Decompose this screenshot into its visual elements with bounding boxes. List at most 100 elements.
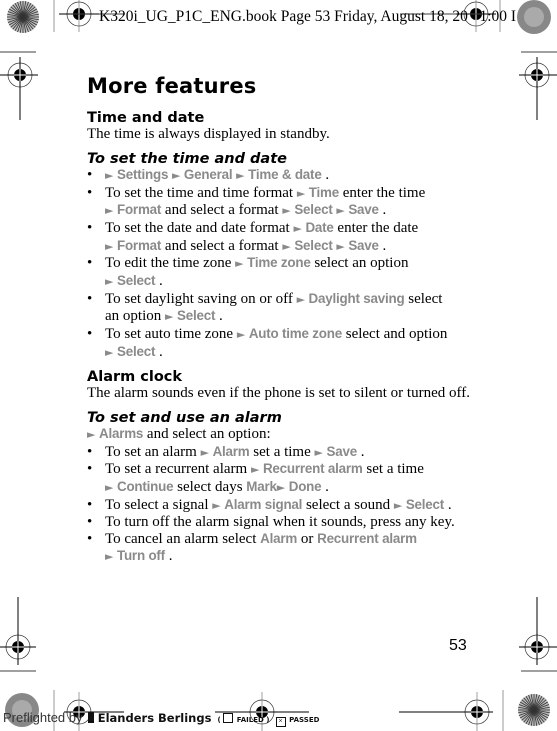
registration-crosshair-icon	[519, 597, 557, 665]
section-heading: Alarm clock	[87, 369, 183, 385]
section-intro: The time is always displayed in standby.	[87, 126, 330, 142]
menu-item-reference: Recurrent alarm	[262, 461, 363, 477]
menu-arrow-icon: ►	[293, 221, 306, 235]
menu-item-reference: Save	[326, 443, 357, 459]
menu-arrow-icon: ►	[105, 168, 117, 182]
menu-item-reference: Mark	[246, 479, 277, 494]
list-item: • To set a recurrent alarm ► Recurrent al…	[87, 461, 424, 495]
menu-arrow-icon: ►	[105, 481, 117, 494]
passed-checkbox: ×	[275, 717, 286, 727]
menu-arrow-icon: ►	[336, 204, 349, 218]
bullet-icon: •	[87, 166, 93, 183]
menu-arrow-icon: ►	[87, 427, 99, 441]
list-item: • To set daylight saving on or off ► Dayl…	[87, 290, 443, 325]
menu-item-reference: Alarms	[98, 425, 144, 441]
elanders-logo-icon	[88, 712, 95, 723]
print-slug-header: K320i_UG_P1C_ENG.book Page 53 Friday, Au…	[99, 8, 517, 25]
bullet-icon: •	[87, 184, 93, 201]
list-item: • To edit the time zone ► Time zone selec…	[87, 255, 409, 290]
subsection-heading: To set and use an alarm	[87, 409, 282, 426]
preflight-brand: Elanders Berlings	[97, 711, 212, 725]
list-item: • To cancel an alarm select Alarm or Recu…	[87, 531, 417, 564]
menu-arrow-icon: ►	[105, 204, 117, 218]
registration-crosshair-icon	[519, 57, 557, 120]
menu-item-reference: Select	[116, 273, 156, 289]
registration-crosshair-icon	[0, 597, 36, 665]
menu-item-reference: Select	[405, 496, 445, 512]
alarm-lead-line: ► Alarms and select an option:	[87, 425, 271, 442]
menu-arrow-icon: ►	[282, 204, 295, 218]
menu-arrow-icon: ►	[296, 292, 309, 306]
preflight-prefix: Preflighted by	[3, 710, 83, 725]
page-title: More features	[87, 74, 257, 98]
menu-arrow-icon: ►	[276, 481, 289, 494]
menu-arrow-icon: ►	[212, 498, 225, 512]
menu-item-reference: Save	[348, 237, 379, 253]
failed-checkbox	[223, 713, 234, 723]
registration-crosshair-icon	[0, 57, 38, 120]
registration-crosshair-icon	[59, 0, 99, 32]
bullet-icon: •	[87, 255, 93, 272]
menu-item-reference: Save	[348, 202, 379, 218]
menu-item-reference: Recurrent alarm	[317, 531, 417, 547]
list-item: • To turn off the alarm signal when it so…	[87, 514, 455, 531]
menu-item-reference: Select	[176, 308, 216, 324]
menu-arrow-icon: ►	[236, 168, 249, 182]
color-bar-starburst-icon	[7, 1, 39, 33]
menu-item-reference: Select	[294, 202, 333, 218]
color-bar-starburst-icon	[518, 694, 550, 726]
bullet-icon: •	[87, 443, 93, 460]
subsection-heading: To set the time and date	[87, 150, 287, 167]
instruction-list: • To set an alarm ► Alarm set a time ► Sa…	[87, 444, 507, 566]
menu-arrow-icon: ►	[314, 445, 327, 459]
instruction-list: • ► Settings ► General ► Time & date . • To…	[87, 167, 487, 362]
menu-item-reference: Select	[294, 237, 333, 253]
menu-item-reference: Alarm signal	[224, 496, 303, 512]
menu-arrow-icon: ►	[250, 463, 263, 477]
bullet-icon: •	[87, 531, 93, 548]
passed-label: PASSED	[289, 716, 320, 724]
menu-arrow-icon: ►	[200, 445, 213, 459]
menu-arrow-icon: ►	[282, 239, 295, 253]
menu-item-reference: Date	[305, 219, 334, 235]
section-heading: Time and date	[87, 110, 205, 126]
menu-item-reference: Format	[116, 237, 162, 253]
menu-item-reference: Time & date	[248, 166, 322, 182]
menu-item-reference: Format	[116, 202, 162, 218]
menu-arrow-icon: ►	[336, 239, 349, 253]
page-number: 53	[449, 637, 467, 654]
bullet-icon: •	[87, 496, 93, 513]
menu-arrow-icon: ►	[296, 186, 309, 200]
bullet-icon: •	[87, 461, 93, 478]
menu-item-reference: Daylight saving	[308, 290, 405, 306]
section-time-and-date: Time and date The time is always display…	[87, 110, 487, 362]
menu-item-reference: Time	[308, 184, 340, 200]
menu-item-reference: Turn off	[116, 547, 165, 563]
menu-item-reference: Auto time zone	[248, 326, 342, 342]
menu-item-reference: Continue	[116, 479, 174, 494]
section-intro: The alarm sounds even if the phone is se…	[87, 385, 470, 401]
menu-item-reference: Time zone	[247, 255, 311, 271]
list-item: • To set the time and time format ► Time …	[87, 184, 426, 219]
menu-arrow-icon: ►	[235, 257, 248, 271]
list-item: • To select a signal ► Alarm signal selec…	[87, 496, 452, 513]
menu-item-reference: Alarm	[212, 443, 250, 459]
menu-item-reference: General	[183, 166, 233, 182]
menu-item-reference: Settings	[116, 166, 169, 182]
menu-arrow-icon: ►	[105, 239, 117, 253]
menu-arrow-icon: ►	[171, 168, 184, 182]
list-item: • ► Settings ► General ► Time & date .	[87, 166, 330, 183]
menu-arrow-icon: ►	[393, 498, 406, 512]
color-bar-starburst-icon	[517, 0, 551, 34]
bullet-icon: •	[87, 290, 93, 307]
list-item: • To set the date and date format ► Date …	[87, 219, 419, 254]
menu-item-reference: Done	[288, 479, 322, 494]
list-item: • To set an alarm ► Alarm set a time ► Sa…	[87, 443, 365, 460]
menu-arrow-icon: ►	[236, 328, 249, 342]
preflight-stamp: Preflighted by Elanders Berlings ( FAILE…	[3, 710, 320, 727]
menu-item-reference: Alarm	[260, 531, 298, 547]
bullet-icon: •	[87, 219, 93, 236]
failed-label: FAILED	[236, 716, 264, 724]
bullet-icon: •	[87, 326, 93, 343]
bullet-icon: •	[87, 514, 93, 531]
